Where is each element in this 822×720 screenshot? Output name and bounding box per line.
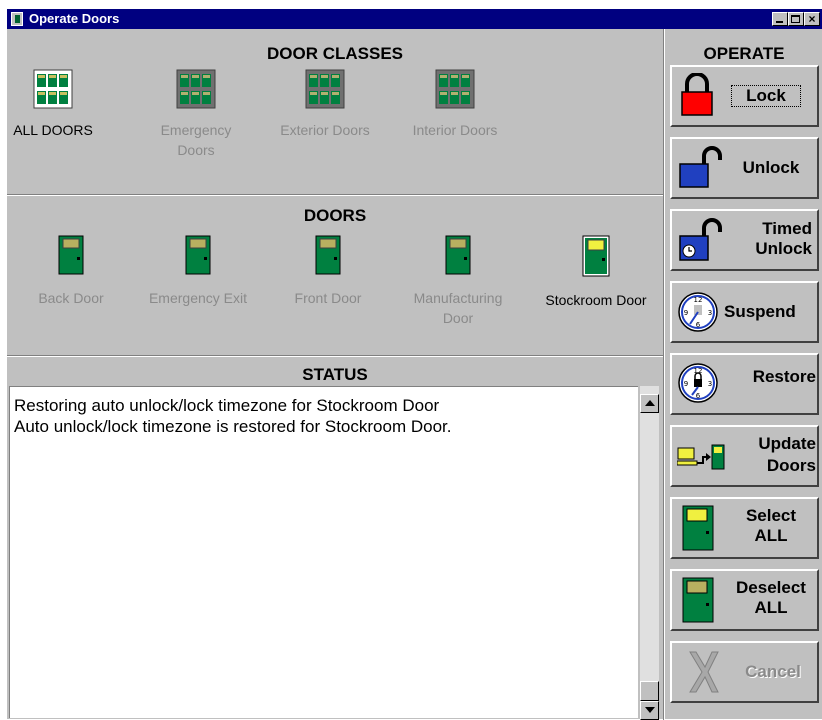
minimize-button[interactable] xyxy=(772,12,788,26)
door-icon xyxy=(58,235,84,275)
door-icon xyxy=(445,235,471,275)
section-divider xyxy=(7,355,663,357)
update-label-2: Doors xyxy=(766,456,816,475)
status-title: STATUS xyxy=(302,365,368,384)
door-back-door[interactable]: Back Door xyxy=(8,235,134,308)
status-scrollbar[interactable] xyxy=(640,386,659,720)
select-label-2: ALL xyxy=(754,526,788,545)
class-emergency-doors[interactable]: Emergency Doors xyxy=(146,69,246,160)
timed-label-2: Unlock xyxy=(755,239,812,258)
door-label: Emergency Exit xyxy=(148,290,248,306)
door-label: Manufacturing Door xyxy=(413,290,503,326)
door-selected-icon xyxy=(582,235,610,277)
door-emergency-exit[interactable]: Emergency Exit xyxy=(135,235,261,308)
svg-text:3: 3 xyxy=(708,309,712,317)
door-classes-title: DOOR CLASSES xyxy=(266,44,404,63)
door-stockroom-door[interactable]: Stockroom Door xyxy=(533,235,659,310)
timed-label-1: Timed xyxy=(762,219,812,238)
update-label-1: Update xyxy=(758,434,816,453)
panel-divider xyxy=(663,29,665,720)
operate-doors-window: Operate Doors × DOOR CLASSES ALL DOORS E… xyxy=(3,8,822,720)
suspend-button[interactable]: 12 9 3 6 Suspend xyxy=(670,281,819,343)
scroll-down-button[interactable] xyxy=(640,701,659,720)
lock-button[interactable]: Lock xyxy=(670,65,819,127)
door-select-icon xyxy=(682,505,714,551)
app-door-icon xyxy=(11,12,23,26)
deselect-label-2: ALL xyxy=(754,598,788,617)
door-group-selected-icon xyxy=(33,69,73,109)
door-icon xyxy=(315,235,341,275)
status-line: Restoring auto unlock/lock timezone for … xyxy=(14,396,440,415)
clock-restore-icon: 12 9 3 6 xyxy=(678,363,718,403)
class-exterior-doors[interactable]: Exterior Doors xyxy=(275,69,375,140)
update-doors-button[interactable]: Update Doors xyxy=(670,425,819,487)
close-button[interactable]: × xyxy=(804,12,820,26)
svg-text:9: 9 xyxy=(684,380,688,388)
class-label: Interior Doors xyxy=(412,122,498,138)
door-group-icon xyxy=(305,69,345,109)
class-all-doors[interactable]: ALL DOORS xyxy=(3,69,103,140)
deselect-all-button[interactable]: Deselect ALL xyxy=(670,569,819,631)
door-group-icon xyxy=(176,69,216,109)
class-interior-doors[interactable]: Interior Doors xyxy=(405,69,505,140)
door-group-icon xyxy=(435,69,475,109)
svg-text:6: 6 xyxy=(696,392,701,400)
restore-label: Restore xyxy=(752,367,816,386)
door-label: Stockroom Door xyxy=(545,292,647,308)
lock-icon xyxy=(681,73,713,116)
cancel-label: Cancel xyxy=(745,662,801,681)
scroll-thumb[interactable] xyxy=(640,681,659,701)
cancel-button[interactable]: Cancel xyxy=(670,641,819,703)
section-divider xyxy=(7,194,663,196)
svg-text:6: 6 xyxy=(696,321,701,329)
door-icon xyxy=(185,235,211,275)
cancel-x-icon xyxy=(689,651,719,693)
class-label: Exterior Doors xyxy=(280,122,370,138)
unlock-button[interactable]: Unlock xyxy=(670,137,819,199)
svg-text:9: 9 xyxy=(684,309,688,317)
svg-text:3: 3 xyxy=(708,380,712,388)
title-bar[interactable]: Operate Doors × xyxy=(7,9,822,29)
select-all-button[interactable]: Select ALL xyxy=(670,497,819,559)
class-label: Emergency Doors xyxy=(160,122,232,158)
doors-title: DOORS xyxy=(303,206,367,225)
restore-button[interactable]: 12 9 3 6 Restore xyxy=(670,353,819,415)
operate-title: OPERATE xyxy=(703,44,785,63)
door-front-door[interactable]: Front Door xyxy=(265,235,391,308)
maximize-button[interactable] xyxy=(788,12,804,26)
class-label: ALL DOORS xyxy=(13,122,93,138)
status-log[interactable]: Restoring auto unlock/lock timezone for … xyxy=(9,386,638,718)
status-line: Auto unlock/lock timezone is restored fo… xyxy=(14,417,452,436)
clock-suspend-icon: 12 9 3 6 xyxy=(678,292,718,332)
timed-unlock-icon xyxy=(679,218,722,261)
timed-unlock-button[interactable]: Timed Unlock xyxy=(670,209,819,271)
update-doors-icon xyxy=(677,444,725,470)
lock-label: Lock xyxy=(731,85,801,107)
door-deselect-icon xyxy=(682,577,714,623)
select-label-1: Select xyxy=(745,506,797,525)
door-label: Back Door xyxy=(38,290,104,306)
suspend-label: Suspend xyxy=(724,302,796,321)
scroll-up-button[interactable] xyxy=(640,394,659,413)
door-manufacturing-door[interactable]: Manufacturing Door xyxy=(395,235,521,328)
unlock-label: Unlock xyxy=(742,158,800,177)
deselect-label-1: Deselect xyxy=(736,578,806,597)
door-label: Front Door xyxy=(294,290,362,306)
svg-text:12: 12 xyxy=(694,296,703,304)
window-title: Operate Doors xyxy=(29,11,120,26)
unlock-icon xyxy=(679,146,722,188)
